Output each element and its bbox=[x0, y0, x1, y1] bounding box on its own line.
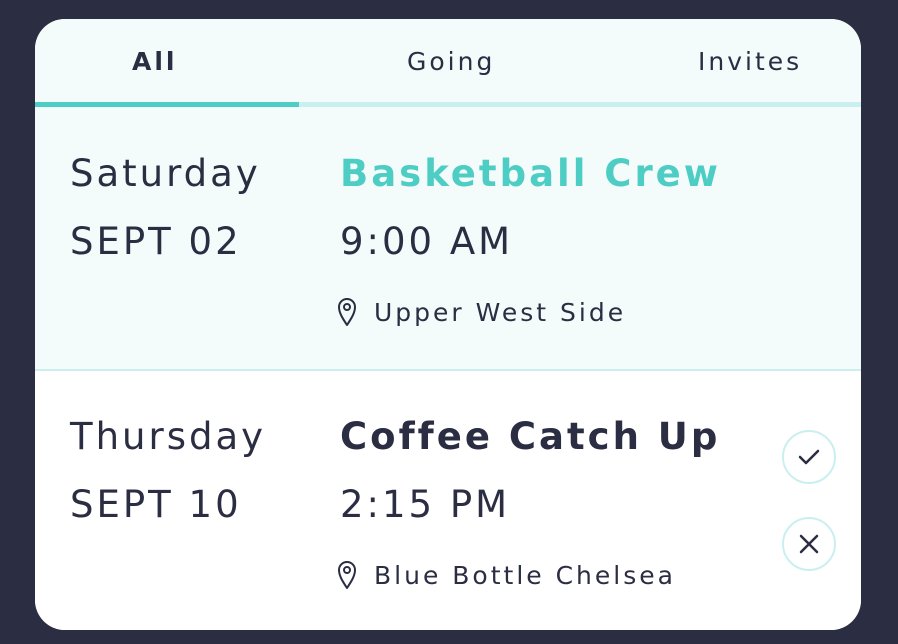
event-item-coffee-catch-up[interactable]: Thursday SEPT 10 Coffee Catch Up 2:15 PM… bbox=[35, 371, 861, 630]
event-time: 2:15 PM bbox=[340, 483, 511, 526]
map-pin-icon bbox=[337, 297, 357, 327]
event-location: Blue Bottle Chelsea bbox=[337, 558, 676, 592]
map-pin-icon bbox=[337, 560, 357, 590]
event-time: 9:00 AM bbox=[340, 220, 514, 263]
event-location-text: Upper West Side bbox=[374, 297, 627, 327]
tab-invites[interactable]: Invites bbox=[698, 47, 802, 76]
decline-invite-button[interactable] bbox=[782, 517, 836, 571]
event-day: Saturday bbox=[70, 152, 261, 195]
event-title[interactable]: Basketball Crew bbox=[340, 152, 721, 195]
event-date: SEPT 02 bbox=[70, 220, 242, 263]
tab-going[interactable]: Going bbox=[407, 47, 495, 76]
events-card: All Going Invites Saturday SEPT 02 Baske… bbox=[35, 19, 861, 630]
event-location-text: Blue Bottle Chelsea bbox=[374, 560, 676, 590]
event-date: SEPT 10 bbox=[70, 483, 242, 526]
close-icon bbox=[799, 534, 819, 554]
tab-active-indicator bbox=[35, 102, 299, 107]
event-day: Thursday bbox=[70, 415, 267, 458]
event-title[interactable]: Coffee Catch Up bbox=[340, 415, 720, 458]
tab-all[interactable]: All bbox=[132, 47, 178, 76]
event-location: Upper West Side bbox=[337, 295, 626, 329]
tab-bar: All Going Invites bbox=[35, 19, 861, 108]
event-item-basketball-crew[interactable]: Saturday SEPT 02 Basketball Crew 9:00 AM… bbox=[35, 108, 861, 371]
accept-invite-button[interactable] bbox=[782, 430, 836, 484]
check-icon bbox=[798, 449, 820, 465]
